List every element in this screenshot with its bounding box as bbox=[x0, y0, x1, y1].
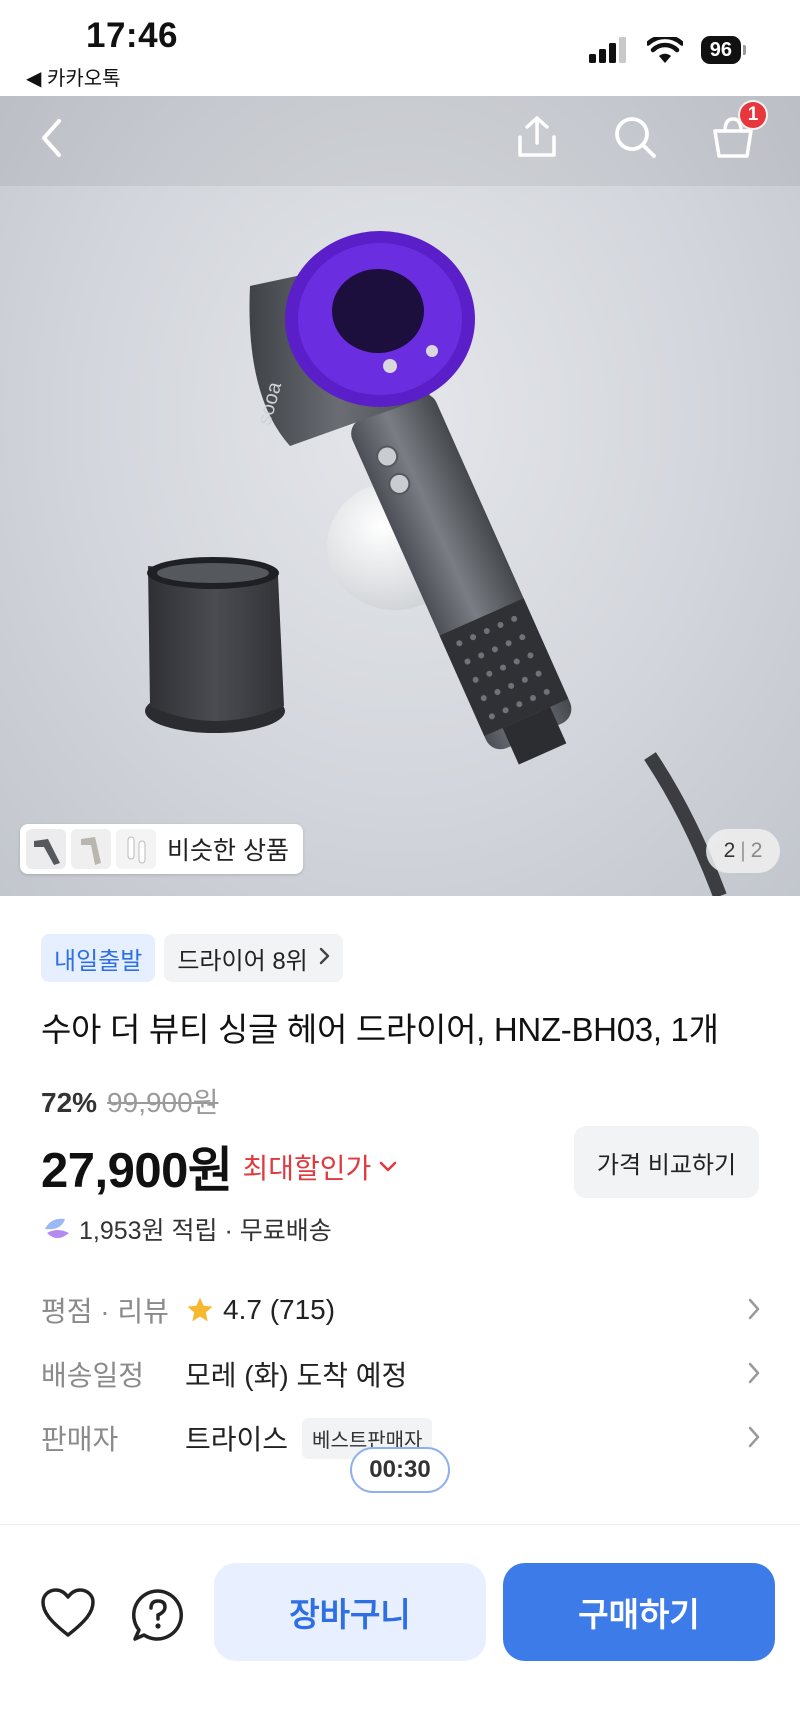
sale-price: 27,900원 bbox=[41, 1144, 233, 1198]
timer-badge: 00:30 bbox=[350, 1447, 450, 1493]
heart-icon bbox=[41, 1588, 95, 1637]
rank-chip-label: 드라이어 8위 bbox=[177, 947, 308, 975]
status-time: 17:46 bbox=[86, 16, 179, 55]
rank-chip[interactable]: 드라이어 8위 bbox=[164, 934, 343, 982]
bottom-action-bar: 장바구니 구매하기 bbox=[0, 1524, 800, 1731]
chevron-right-icon bbox=[318, 945, 330, 971]
status-bar: 17:46 ◀ 카카오톡 96 bbox=[0, 0, 800, 96]
cart-button[interactable]: 1 bbox=[710, 100, 768, 160]
delivery-chip: 내일출발 bbox=[41, 934, 156, 982]
points-row: 1,953원 적립 · 무료배송 bbox=[41, 1211, 332, 1247]
chevron-down-icon bbox=[380, 1161, 397, 1171]
share-icon bbox=[518, 116, 556, 157]
cart-count-badge: 1 bbox=[738, 100, 768, 130]
inquiry-button[interactable] bbox=[130, 1587, 186, 1648]
rating-value: 4.7 (715) bbox=[223, 1294, 336, 1325]
similar-thumb-2 bbox=[71, 829, 111, 869]
discount-row: 72% 99,900원 bbox=[41, 1081, 218, 1121]
back-to-app-link[interactable]: ◀ 카카오톡 bbox=[26, 62, 121, 91]
back-button[interactable] bbox=[30, 116, 74, 160]
points-text: 1,953원 적립 · 무료배송 bbox=[79, 1217, 332, 1245]
page-separator: | bbox=[740, 839, 746, 862]
rating-label: 평점 · 리뷰 bbox=[41, 1296, 169, 1327]
similar-products-button[interactable]: 비슷한 상품 bbox=[20, 824, 303, 874]
chevron-right-icon bbox=[748, 1426, 760, 1448]
shipping-value: 모레 (화) 도착 예정 bbox=[185, 1360, 408, 1391]
compare-price-button[interactable]: 가격 비교하기 bbox=[574, 1126, 759, 1198]
search-button[interactable] bbox=[612, 114, 658, 160]
similar-thumb-1 bbox=[26, 829, 66, 869]
original-price: 99,900원 bbox=[107, 1087, 219, 1118]
battery-level: 96 bbox=[700, 36, 741, 64]
shipping-label: 배송일정 bbox=[41, 1360, 145, 1391]
rating-row[interactable]: 평점 · 리뷰 4.7 (715) bbox=[41, 1285, 761, 1335]
hair-dryer-photo: sooa bbox=[0, 96, 800, 896]
max-discount-toggle[interactable]: 최대할인가 bbox=[242, 1147, 397, 1187]
chevron-right-icon bbox=[748, 1362, 760, 1384]
chevron-right-icon bbox=[748, 1298, 760, 1320]
similar-thumb-3 bbox=[116, 829, 156, 869]
price-row: 27,900원 최대할인가 bbox=[41, 1131, 397, 1202]
image-page-indicator: 2 | 2 bbox=[706, 829, 780, 873]
product-image[interactable]: sooa 1 비슷한 상품 2 | 2 bbox=[0, 96, 800, 896]
battery-icon: 96 bbox=[700, 36, 746, 64]
wifi-icon bbox=[646, 37, 683, 63]
seller-label: 판매자 bbox=[41, 1424, 119, 1455]
back-icon bbox=[42, 119, 61, 157]
buy-now-button[interactable]: 구매하기 bbox=[503, 1563, 775, 1661]
discount-rate: 72% bbox=[41, 1087, 98, 1118]
max-discount-label: 최대할인가 bbox=[242, 1152, 372, 1184]
signal-icon bbox=[588, 37, 626, 63]
search-icon bbox=[615, 117, 656, 158]
page-total: 2 bbox=[750, 839, 763, 862]
seller-name: 트라이스 bbox=[185, 1424, 289, 1455]
star-icon bbox=[187, 1297, 213, 1322]
similar-products-label: 비슷한 상품 bbox=[167, 837, 289, 865]
status-indicators: 96 bbox=[588, 36, 746, 64]
page-current: 2 bbox=[723, 839, 736, 862]
product-chips: 내일출발 드라이어 8위 bbox=[41, 934, 343, 982]
product-title: 수아 더 뷰티 싱글 헤어 드라이어, HNZ-BH03, 1개 bbox=[41, 1011, 719, 1048]
question-bubble-icon bbox=[131, 1589, 183, 1641]
points-icon bbox=[45, 1218, 69, 1238]
add-to-cart-button[interactable]: 장바구니 bbox=[214, 1563, 486, 1661]
share-button[interactable] bbox=[514, 114, 560, 160]
shipping-row[interactable]: 배송일정 모레 (화) 도착 예정 bbox=[41, 1349, 761, 1399]
wishlist-button[interactable] bbox=[40, 1587, 96, 1644]
